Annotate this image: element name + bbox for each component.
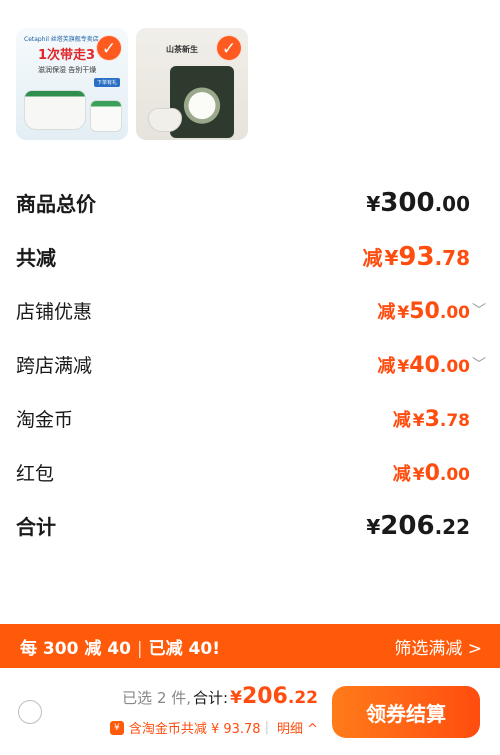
goods-total-value: ¥300.00 [366,188,470,218]
checkout-button[interactable]: 领券结算 [332,686,480,738]
thumbnail-brand: Cetaphil 丝塔芙旗舰专卖店 [24,36,99,43]
store-coupon-value: 减 ¥50.00 [377,299,470,324]
footer-coin-info: ¥ 含淘金币共减 ¥ 93.78 | 明细 ^ [109,718,318,737]
promo-banner: 每 300 减 40 | 已减 40! 筛选满减 > [0,624,500,668]
checkmark-icon[interactable]: ✓ [96,35,122,61]
row-store-coupon[interactable]: 店铺优惠 减 ¥50.00 [16,297,470,324]
filter-discount-link[interactable]: 筛选满减 > [394,634,482,659]
row-taojinbi: 淘金币 减 ¥3.78 [16,405,470,432]
grand-total-value: ¥206.22 [366,511,470,541]
product-thumbnail-cetaphil[interactable]: Cetaphil 丝塔芙旗舰专卖店 1次带走3 滋润保湿 告别干燥 下单有礼 ✓ [16,28,128,140]
footer-total: 已选 2 件, 合计: ¥206.22 [122,684,318,709]
row-grand-total: 合计 ¥206.22 [16,511,470,541]
thumbnail-subtitle: 滋润保湿 告别干燥 [38,66,97,74]
cross-store-label: 跨店满减 [16,355,93,377]
details-toggle[interactable]: 明细 ^ [277,718,318,737]
chevron-down-icon[interactable]: ﹀ [472,300,486,320]
cross-store-value: 减 ¥40.00 [377,353,470,378]
chevron-down-icon[interactable]: ﹀ [472,354,486,374]
row-red-packet: 红包 减 ¥0.00 [16,459,470,486]
checkout-footer: 已选 2 件, 合计: ¥206.22 ¥ 含淘金币共减 ¥ 93.78 | 明… [0,668,500,755]
diaper-pack-image [170,66,234,138]
thumbnail-tag: 下单有礼 [93,78,120,87]
selected-items-thumbnails: Cetaphil 丝塔芙旗舰专卖店 1次带走3 滋润保湿 告别干燥 下单有礼 ✓… [16,28,248,140]
product-thumbnail-diaper[interactable]: 山茶新生 ✓ [136,28,248,140]
promo-text: 每 300 减 40 | 已减 40! [20,638,220,659]
cream-jar-large [24,90,86,130]
coupon-icon: ¥ [109,720,124,735]
select-all-radio[interactable] [18,700,42,724]
red-packet-label: 红包 [16,463,55,485]
diaper-image [148,108,182,132]
total-reduction-label: 共减 [16,246,56,270]
checkmark-icon[interactable]: ✓ [216,35,242,61]
row-total-reduction: 共减 减 ¥93.78 [16,242,470,272]
store-coupon-label: 店铺优惠 [16,301,93,323]
taojinbi-label: 淘金币 [16,409,74,431]
row-goods-total: 商品总价 ¥300.00 [16,188,470,218]
cream-jar-small [90,100,122,132]
thumbnail-headline: 1次带走3 [38,48,96,63]
red-packet-value: 减 ¥0.00 [392,461,470,486]
goods-total-label: 商品总价 [16,192,96,216]
thumbnail-title: 山茶新生 [166,45,198,54]
total-reduction-value: 减 ¥93.78 [362,242,470,272]
taojinbi-value: 减 ¥3.78 [392,407,470,432]
grand-total-label: 合计 [16,515,56,539]
row-cross-store[interactable]: 跨店满减 减 ¥40.00 [16,351,470,378]
